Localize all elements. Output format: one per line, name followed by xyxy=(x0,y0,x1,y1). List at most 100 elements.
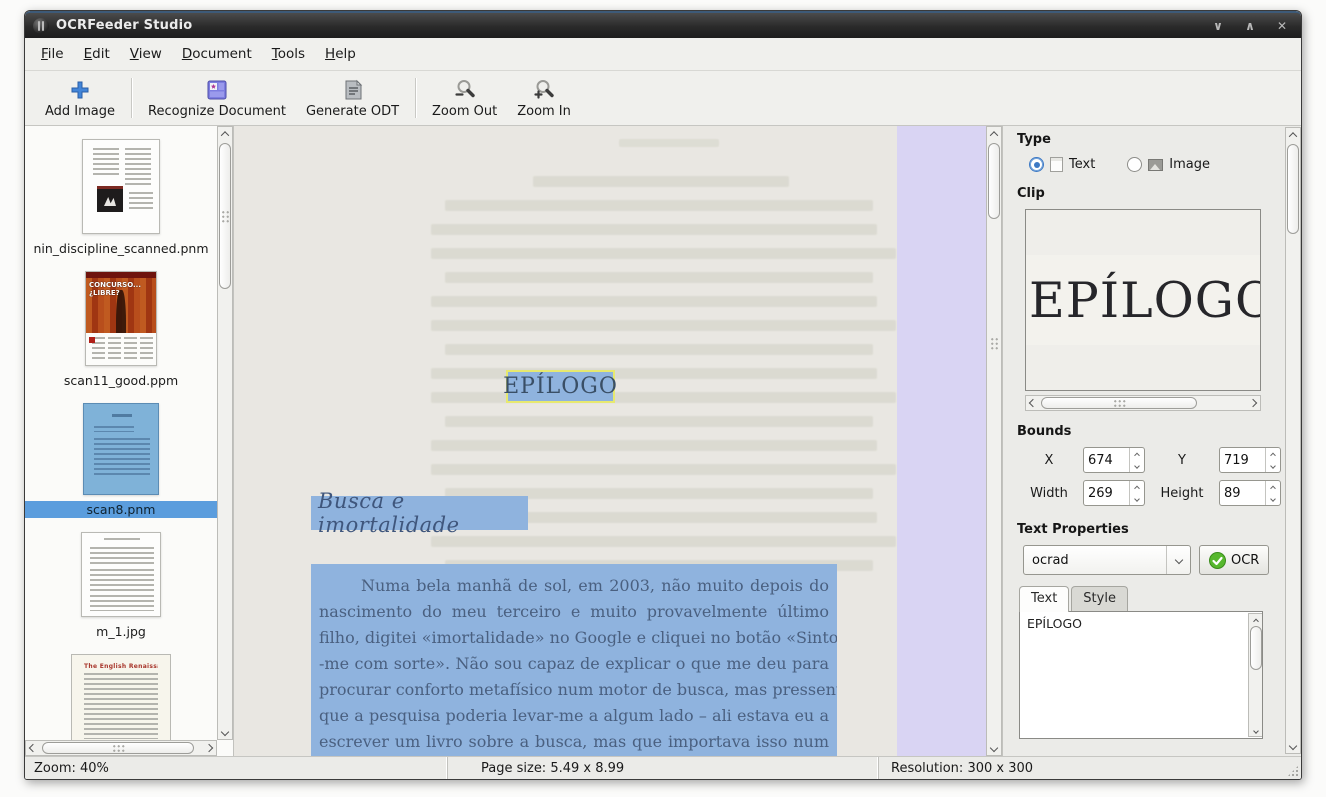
scrollbar-track[interactable] xyxy=(1249,625,1263,725)
menu-file[interactable]: File xyxy=(31,40,74,68)
spin-up-button[interactable] xyxy=(1130,481,1144,493)
bounds-x-input[interactable] xyxy=(1084,448,1129,472)
bounds-width-input[interactable] xyxy=(1084,481,1129,505)
spin-down-button[interactable] xyxy=(1130,460,1144,472)
thumbnail-item-m1[interactable]: m_1.jpg xyxy=(25,532,217,640)
spin-down-button[interactable] xyxy=(1266,493,1280,505)
maximize-button[interactable]: ∧ xyxy=(1239,19,1261,33)
textarea-vertical-scrollbar[interactable] xyxy=(1248,613,1263,737)
thumbnail-image: The English Renaissance of Art xyxy=(71,654,171,740)
spin-up-button[interactable] xyxy=(1130,448,1144,460)
scroll-down-button[interactable] xyxy=(218,725,232,739)
scrollbar-thumb[interactable] xyxy=(1041,397,1197,409)
spin-down-button[interactable] xyxy=(1266,460,1280,472)
zoom-in-button[interactable]: Zoom In xyxy=(507,75,581,122)
chevron-down-icon xyxy=(1253,728,1259,734)
scrollbar-track[interactable] xyxy=(1040,396,1246,410)
bounds-y-input[interactable] xyxy=(1220,448,1265,472)
scroll-up-button[interactable] xyxy=(987,127,1001,141)
status-resolution: Resolution: 300 x 300 xyxy=(879,757,1301,779)
clip-horizontal-scrollbar[interactable] xyxy=(1025,395,1261,411)
thumbnail-page-title: The English Renaissance of Art xyxy=(84,663,158,670)
bounds-height-spinner[interactable] xyxy=(1219,480,1281,506)
scroll-left-button[interactable] xyxy=(26,741,40,755)
combo-dropdown-button[interactable] xyxy=(1166,546,1190,574)
ocr-run-button[interactable]: OCR xyxy=(1199,545,1269,575)
pages-sidebar: nin_discipline_scanned.pnm CONCURSO... ¿… xyxy=(25,126,234,756)
bounds-height-input[interactable] xyxy=(1220,481,1265,505)
menu-help[interactable]: Help xyxy=(315,40,366,68)
image-radio[interactable] xyxy=(1127,157,1142,172)
spin-up-button[interactable] xyxy=(1266,448,1280,460)
text-type-icon xyxy=(1050,157,1063,172)
grip-icon xyxy=(112,744,125,753)
thumbnail-item-scan8[interactable]: scan8.pnm xyxy=(25,403,217,518)
scrollbar-thumb[interactable] xyxy=(1287,144,1299,234)
image-radio-label[interactable]: Image xyxy=(1169,157,1210,172)
menu-tools[interactable]: Tools xyxy=(262,40,315,68)
scroll-up-button[interactable] xyxy=(218,127,232,141)
ocr-box-paragraph[interactable]: Numa bela manhã de sol, em 2003, não mui… xyxy=(311,564,837,756)
bounds-height-label: Height xyxy=(1153,486,1211,501)
tab-style[interactable]: Style xyxy=(1071,586,1128,612)
thumbnail-item-english-renaissance[interactable]: The English Renaissance of Art xyxy=(25,654,217,740)
text-radio-label[interactable]: Text xyxy=(1069,157,1095,172)
minimize-button[interactable]: ∨ xyxy=(1207,19,1229,33)
sidebar-horizontal-scrollbar[interactable] xyxy=(25,740,217,756)
menu-edit[interactable]: Edit xyxy=(74,40,120,68)
close-button[interactable]: ✕ xyxy=(1271,19,1293,33)
scanned-page[interactable]: EPÍLOGO Busca e imortalidade Numa bela m… xyxy=(234,126,897,756)
generate-odt-button[interactable]: Generate ODT xyxy=(296,75,409,122)
spin-down-button[interactable] xyxy=(1130,493,1144,505)
text-radio-selected[interactable] xyxy=(1029,157,1044,172)
scroll-up-button[interactable] xyxy=(1249,614,1263,625)
menu-document[interactable]: Document xyxy=(172,40,262,68)
scroll-right-button[interactable] xyxy=(1246,396,1260,410)
document-canvas[interactable]: EPÍLOGO Busca e imortalidade Numa bela m… xyxy=(234,126,1002,756)
zoom-out-button[interactable]: Zoom Out xyxy=(422,75,507,122)
app-window: OCRFeeder Studio ∨ ∧ ✕ File Edit View Do… xyxy=(24,10,1302,780)
scroll-down-button[interactable] xyxy=(1286,739,1300,753)
scroll-down-button[interactable] xyxy=(1249,725,1263,736)
thumbnail-item-scan11[interactable]: CONCURSO... ¿LIBRE? scan11_good.ppm xyxy=(25,271,217,389)
scrollbar-thumb[interactable] xyxy=(42,742,194,754)
type-section-heading: Type xyxy=(1017,132,1281,147)
zoom-in-icon xyxy=(532,78,556,102)
bounds-x-spinner[interactable] xyxy=(1083,447,1145,473)
scroll-down-button[interactable] xyxy=(987,741,1001,755)
toolbar: Add Image Recognize Document Generate OD… xyxy=(25,71,1301,126)
scrollbar-thumb[interactable] xyxy=(988,143,1000,219)
add-image-button[interactable]: Add Image xyxy=(35,75,125,122)
bounds-width-spinner[interactable] xyxy=(1083,480,1145,506)
bleedthrough-header xyxy=(619,139,719,147)
scrollbar-track[interactable] xyxy=(1286,142,1300,739)
ocr-box-title-selected[interactable]: EPÍLOGO xyxy=(506,370,615,403)
scroll-up-button[interactable] xyxy=(1286,128,1300,142)
canvas-vertical-scrollbar[interactable] xyxy=(986,126,1002,756)
ocr-box-heading[interactable]: Busca e imortalidade xyxy=(311,496,528,530)
paragraph-line: Numa bela manhã de sol, em 2003, não mui… xyxy=(319,573,829,599)
bounds-y-spinner[interactable] xyxy=(1219,447,1281,473)
scrollbar-track[interactable] xyxy=(987,141,1001,741)
sidebar-vertical-scrollbar[interactable] xyxy=(217,126,233,740)
titlebar[interactable]: OCRFeeder Studio ∨ ∧ ✕ xyxy=(25,11,1301,38)
thumbnail-item-nin-discipline[interactable]: nin_discipline_scanned.pnm xyxy=(25,139,217,257)
scrollbar-thumb[interactable] xyxy=(219,143,231,289)
scrollbar-thumb[interactable] xyxy=(1250,626,1262,670)
menu-view[interactable]: View xyxy=(120,40,172,68)
ocr-engine-select[interactable]: ocrad xyxy=(1023,545,1191,575)
scroll-left-button[interactable] xyxy=(1026,396,1040,410)
scrollbar-track[interactable] xyxy=(40,741,202,755)
tab-text[interactable]: Text xyxy=(1019,586,1069,612)
scroll-right-button[interactable] xyxy=(202,741,216,755)
scrollbar-track[interactable] xyxy=(218,141,232,725)
thumbnail-label: m_1.jpg xyxy=(92,623,150,640)
recognized-text-area[interactable]: EPÍLOGO xyxy=(1019,611,1263,739)
spin-up-button[interactable] xyxy=(1266,481,1280,493)
add-image-label: Add Image xyxy=(45,104,115,119)
properties-panel: Type Text Image Clip EPÍLOGO xyxy=(1002,126,1301,756)
recognize-document-button[interactable]: Recognize Document xyxy=(138,75,296,122)
panel-vertical-scrollbar[interactable] xyxy=(1285,127,1301,754)
chevron-down-icon xyxy=(1174,556,1182,564)
paragraph-line: filho, digitei «imortalidade» no Google … xyxy=(319,625,829,651)
